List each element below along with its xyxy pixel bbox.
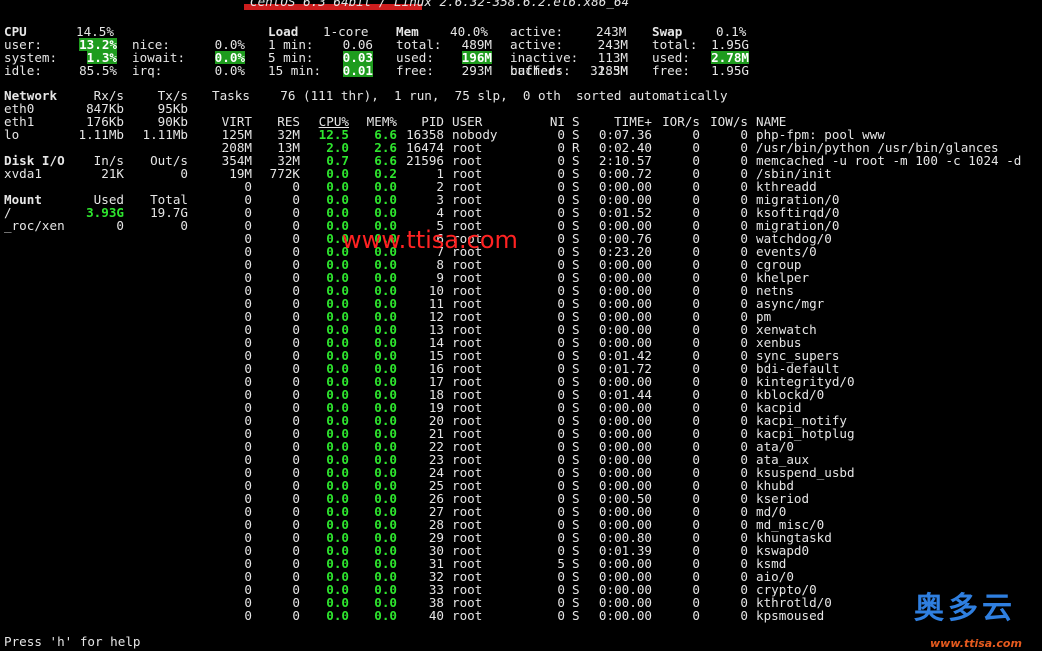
cpu-value: 85.5% (79, 63, 117, 78)
tasks-summary: Tasks 76 (111 thr), 1 run, 75 slp, 0 oth… (212, 88, 728, 103)
cpu-key: irq: (132, 63, 163, 78)
mem-value: 183M (597, 63, 628, 78)
load-key: 15 min: (268, 63, 322, 78)
disk-in: 21K (101, 166, 124, 181)
mount-total: 0 (180, 218, 188, 233)
cpu-key: idle: (4, 63, 42, 78)
swap-value: 1.95G (711, 63, 749, 78)
col-cpu: 0.0 (326, 608, 349, 623)
help-hint: Press 'h' for help (4, 634, 141, 649)
col-iow: 0 (740, 608, 748, 623)
network-tx: 1.11Mb (142, 127, 189, 142)
col-time: 0:00.00 (598, 608, 652, 623)
cpu-value: 0.0% (214, 63, 245, 78)
system-title: CentOS 6.3 64bit / Linux 2.6.32-358.6.2.… (250, 0, 630, 9)
mount-path: _roc/xen (4, 218, 65, 233)
col-pid: 40 (428, 608, 444, 623)
site-logo: 奥多云 (914, 591, 1016, 626)
network-rx: 1.11Mb (78, 127, 125, 142)
watermark-text: www.ttisa.com (342, 226, 518, 254)
col-ni: 0 (557, 608, 565, 623)
disk-out: 0 (180, 166, 188, 181)
col-res: 0 (292, 608, 300, 623)
col-ior: 0 (692, 608, 700, 623)
site-logo-url: www.ttisa.com (930, 637, 1022, 650)
col-mem: 0.0 (374, 608, 397, 623)
mount-used: 0 (116, 218, 124, 233)
mem-value: 293M (461, 63, 492, 78)
mem-key: free: (396, 63, 434, 78)
load-value: 0.01 (342, 63, 373, 78)
swap-key: free: (652, 63, 690, 78)
col-user: root (452, 608, 483, 623)
mem-key: cached: (510, 63, 564, 78)
col-virt: 0 (244, 608, 252, 623)
network-iface: lo (4, 127, 20, 142)
disk-name: xvda1 (4, 166, 42, 181)
col-name: kpsmoused (756, 608, 825, 623)
col-state: S (572, 608, 580, 623)
